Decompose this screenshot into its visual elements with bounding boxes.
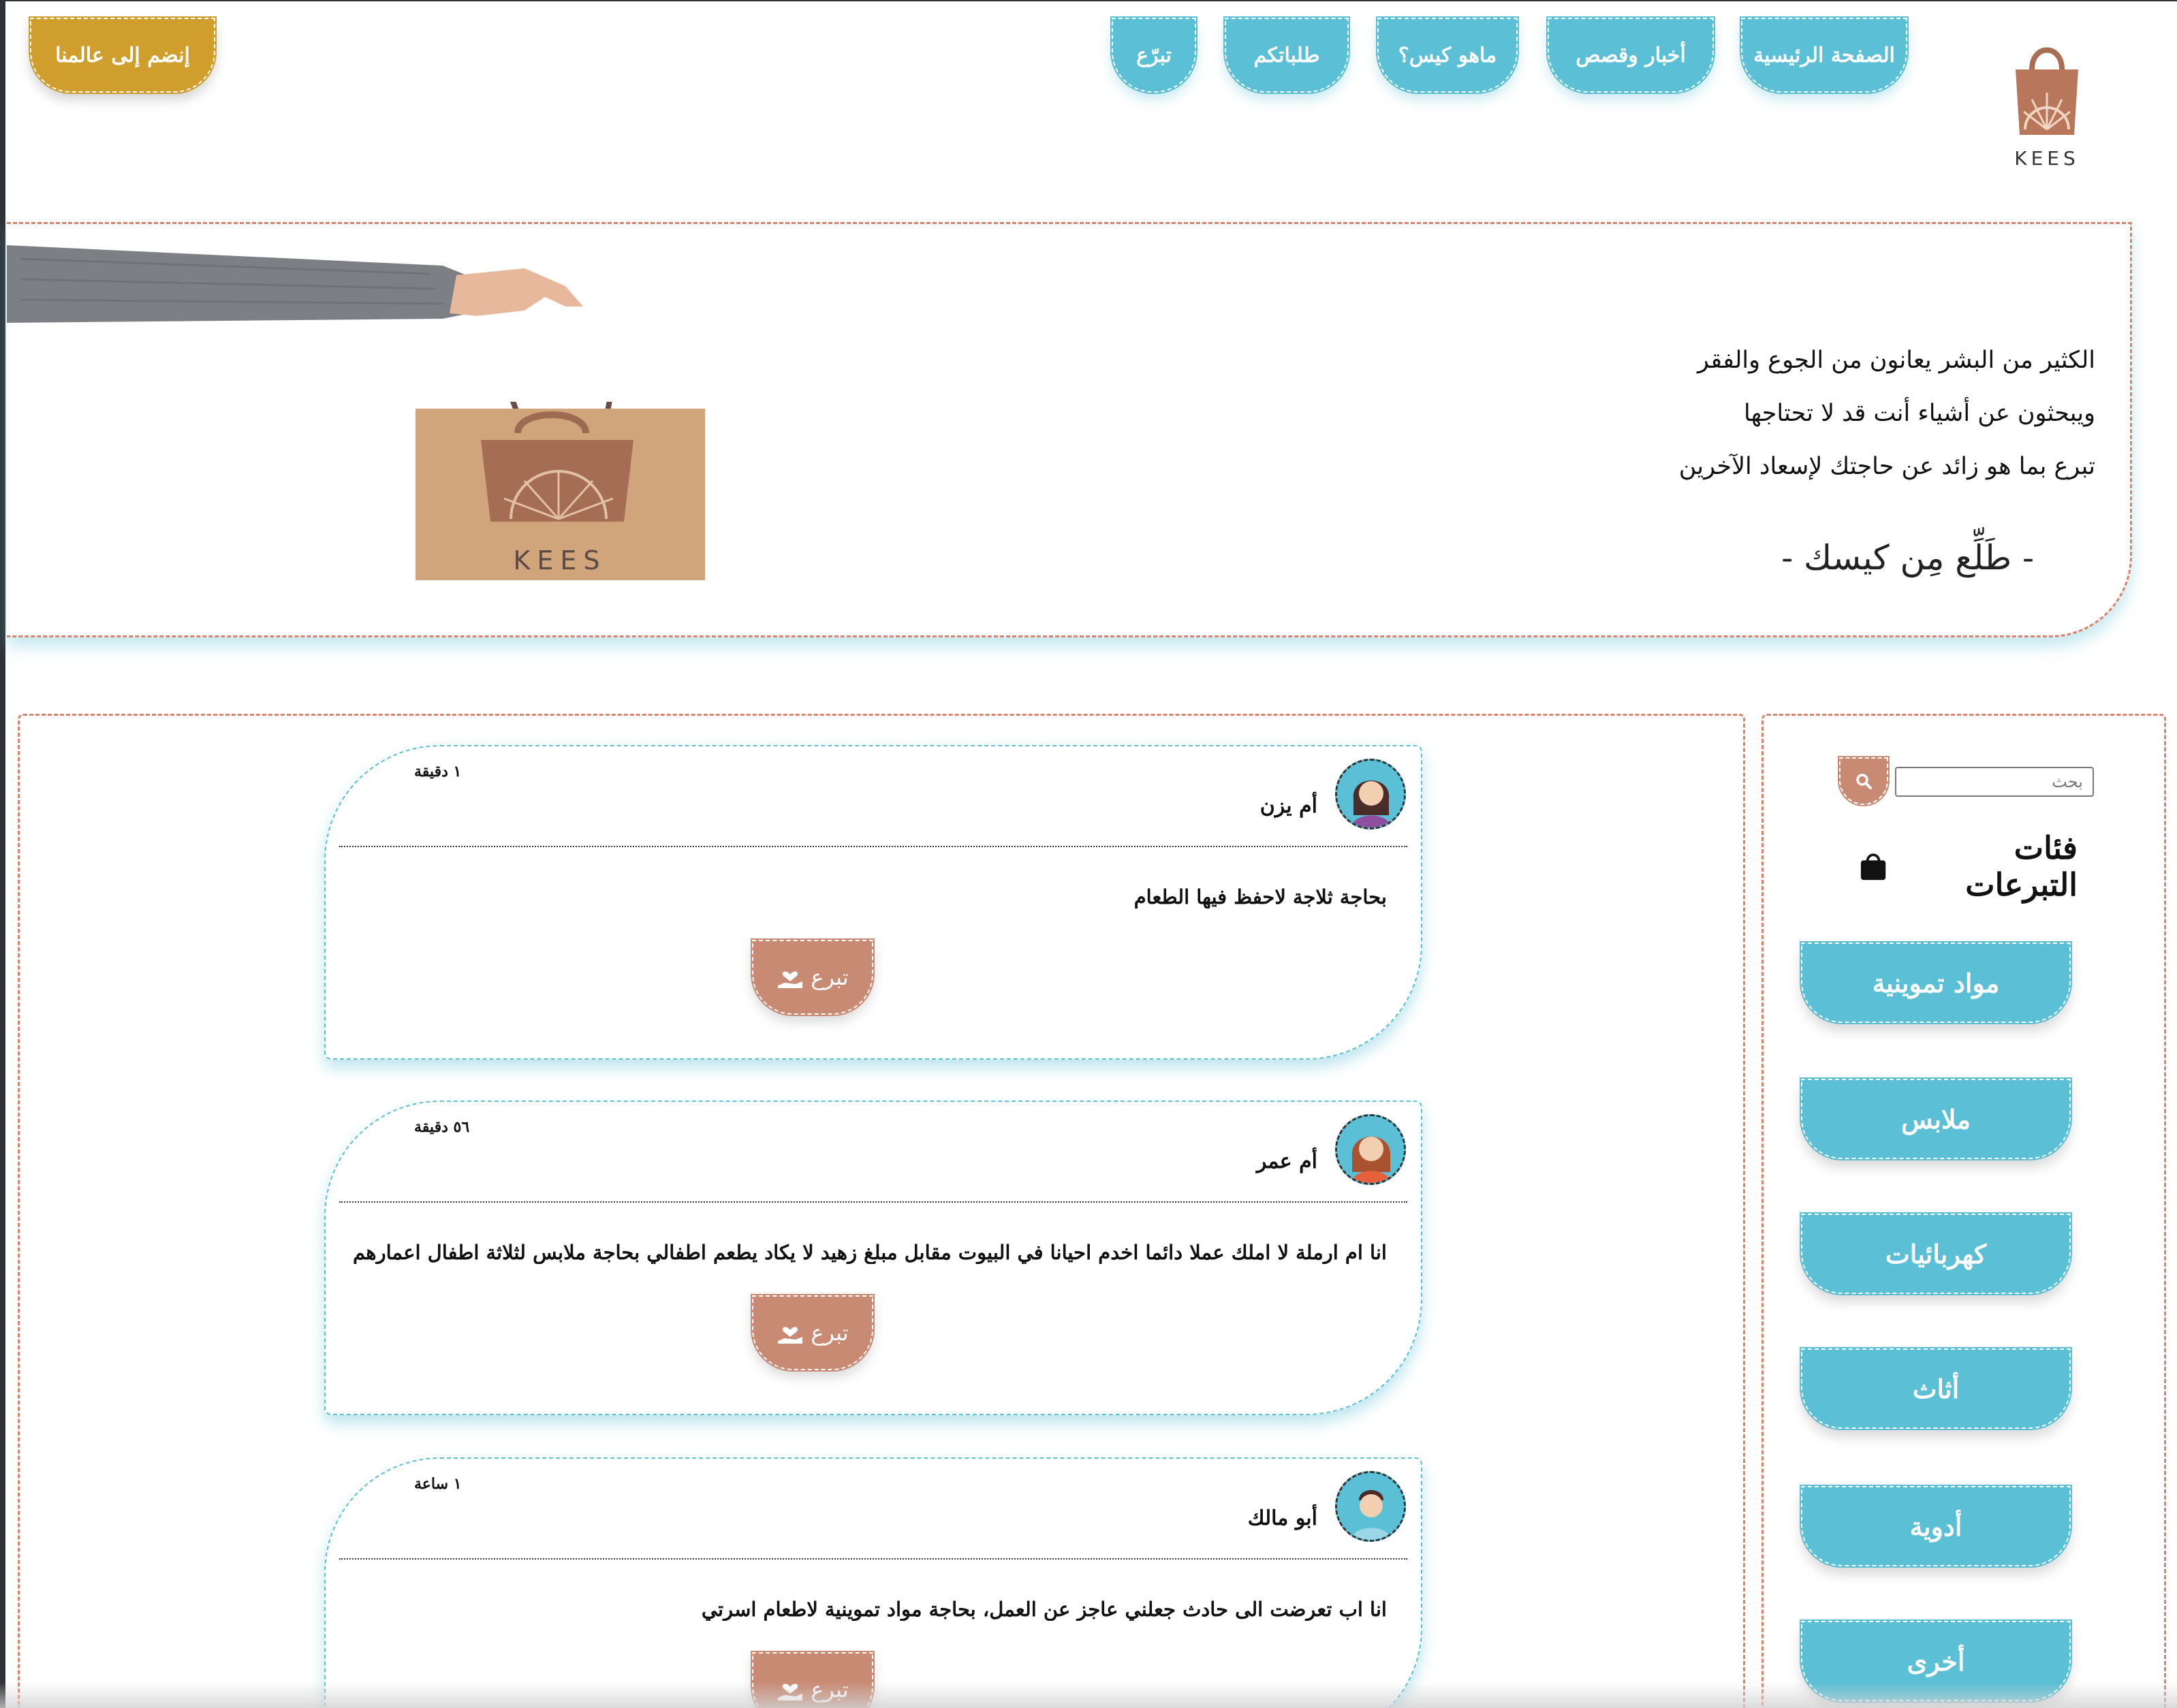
post-text: انا اب تعرضت الى حادث جعلني عاجز عن العم… <box>701 1598 1387 1621</box>
scroll-fade <box>0 1682 2177 1708</box>
shopping-bag-logo-icon <box>2016 47 2078 135</box>
man-avatar-icon[interactable] <box>1335 1471 1406 1542</box>
window-edge-top <box>0 0 2177 1</box>
category-label: كهربائيات <box>1885 1238 1987 1269</box>
category-furniture[interactable]: أثاث <box>1800 1347 2072 1430</box>
category-medicine[interactable]: أدوية <box>1800 1485 2072 1568</box>
nav-tab-requests[interactable]: طلباتكم <box>1223 16 1350 94</box>
categories-heading: فئات التبرعات <box>1860 829 2078 903</box>
nav-tab-label: ماهو كيس؟ <box>1398 43 1497 67</box>
post-author: أم يزن <box>1259 794 1317 818</box>
join-button-label: إنضم إلى عالمنا <box>55 43 190 67</box>
woman-avatar-icon[interactable] <box>1335 759 1406 829</box>
category-label: أثاث <box>1912 1373 1960 1404</box>
site-logo[interactable]: KEES <box>2003 38 2091 170</box>
bag-logo-text: KEES <box>513 545 606 575</box>
category-electronics[interactable]: كهربائيات <box>1800 1212 2072 1295</box>
hero-line: تبرع بما هو زائد عن حاجتك لإسعاد الآخرين <box>1678 453 2095 480</box>
hero-tagline: - طَلِّع مِن كيسك - <box>1781 538 2034 578</box>
nav-tab-donate[interactable]: تبرّع <box>1110 16 1197 94</box>
hero-text: الكثير من البشر يعانون من الجوع والفقر و… <box>1210 334 2095 493</box>
hero-line: ويبحثون عن أشياء أنت قد لا تحتاجها <box>1743 400 2095 427</box>
categories-heading-label: فئات التبرعات <box>1965 829 2078 903</box>
donate-button-label: تبرع <box>811 964 849 990</box>
nav-tab-what-is-kees[interactable]: ماهو كيس؟ <box>1376 16 1519 94</box>
post-text: بحاجة ثلاجة لاحفظ فيها الطعام <box>1133 885 1387 908</box>
category-label: أدوية <box>1909 1511 1962 1542</box>
hand-heart-icon <box>778 971 803 988</box>
request-card: أبو مالك ١ ساعة انا اب تعرضت الى حادث جع… <box>324 1457 1422 1708</box>
donate-button[interactable]: تبرع <box>751 938 875 1016</box>
nav-tab-label: أخبار وقصص <box>1576 43 1686 67</box>
request-card: أم يزن ١ دقيقة بحاجة ثلاجة لاحفظ فيها ال… <box>324 745 1422 1060</box>
join-button[interactable]: إنضم إلى عالمنا <box>29 16 217 94</box>
post-author: أبو مالك <box>1247 1506 1317 1530</box>
search-button[interactable] <box>1838 756 1890 806</box>
donate-button[interactable]: تبرع <box>751 1294 875 1372</box>
nav-tab-label: تبرّع <box>1136 43 1172 67</box>
donate-button-label: تبرع <box>811 1320 849 1346</box>
shopping-bag-icon <box>1860 853 1886 881</box>
post-timestamp: ١ دقيقة <box>414 763 462 780</box>
nav-tab-label: الصفحة الرئيسية <box>1753 43 1895 67</box>
category-food-supplies[interactable]: مواد تموينية <box>1800 941 2072 1024</box>
woman-avatar-icon[interactable] <box>1335 1114 1406 1185</box>
post-text: انا ام ارملة لا املك عملا دائما اخدم احي… <box>353 1241 1387 1264</box>
logo-text: KEES <box>2014 147 2080 170</box>
request-card: أم عمر ٥٦ دقيقة انا ام ارملة لا املك عمل… <box>324 1101 1422 1415</box>
post-divider <box>339 1201 1407 1203</box>
hand-heart-icon <box>778 1327 803 1344</box>
post-divider <box>339 846 1407 847</box>
window-edge <box>0 0 5 1708</box>
nav-tab-label: طلباتكم <box>1253 43 1320 67</box>
nav-tab-news-stories[interactable]: أخبار وقصص <box>1546 16 1715 94</box>
search-icon <box>1856 774 1872 789</box>
hero-line: الكثير من البشر يعانون من الجوع والفقر <box>1697 347 2095 374</box>
category-label: أخرى <box>1907 1645 1965 1677</box>
hand-holding-bag-illustration <box>7 245 583 323</box>
post-author: أم عمر <box>1256 1150 1317 1173</box>
category-clothes[interactable]: ملابس <box>1800 1077 2072 1160</box>
kees-paper-bag-illustration: KEES <box>416 402 705 580</box>
search-input[interactable] <box>1895 767 2094 797</box>
category-label: مواد تموينية <box>1872 967 2000 998</box>
post-timestamp: ٥٦ دقيقة <box>414 1118 470 1136</box>
post-divider <box>339 1558 1407 1560</box>
post-timestamp: ١ ساعة <box>414 1475 462 1493</box>
category-label: ملابس <box>1900 1103 1971 1135</box>
nav-tab-home[interactable]: الصفحة الرئيسية <box>1740 16 1909 94</box>
